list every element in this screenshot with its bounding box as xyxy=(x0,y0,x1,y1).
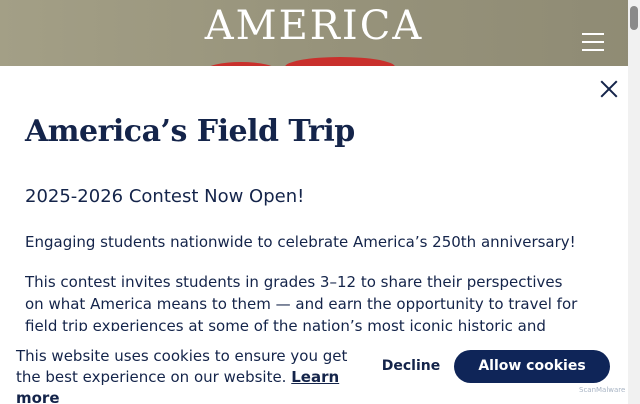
watermark-text: ScanMalware xyxy=(579,386,626,394)
modal-title: America’s Field Trip xyxy=(25,114,355,149)
site-logo[interactable]: AMERICA xyxy=(0,4,628,48)
header-decoration xyxy=(285,57,395,66)
site-header: AMERICA xyxy=(0,0,640,66)
page-scrollbar[interactable] xyxy=(628,0,640,404)
close-icon[interactable] xyxy=(598,78,620,100)
modal-paragraph-intro: Engaging students nationwide to celebrat… xyxy=(25,233,576,251)
scrollbar-thumb[interactable] xyxy=(630,6,638,30)
modal-subtitle: 2025-2026 Contest Now Open! xyxy=(25,186,305,207)
cookie-message: This website uses cookies to ensure you … xyxy=(16,346,376,404)
modal-paragraph-details: This contest invites students in grades … xyxy=(25,273,578,331)
hamburger-menu-icon[interactable] xyxy=(582,33,604,51)
decline-button[interactable]: Decline xyxy=(380,350,442,382)
allow-cookies-button[interactable]: Allow cookies xyxy=(454,350,610,383)
